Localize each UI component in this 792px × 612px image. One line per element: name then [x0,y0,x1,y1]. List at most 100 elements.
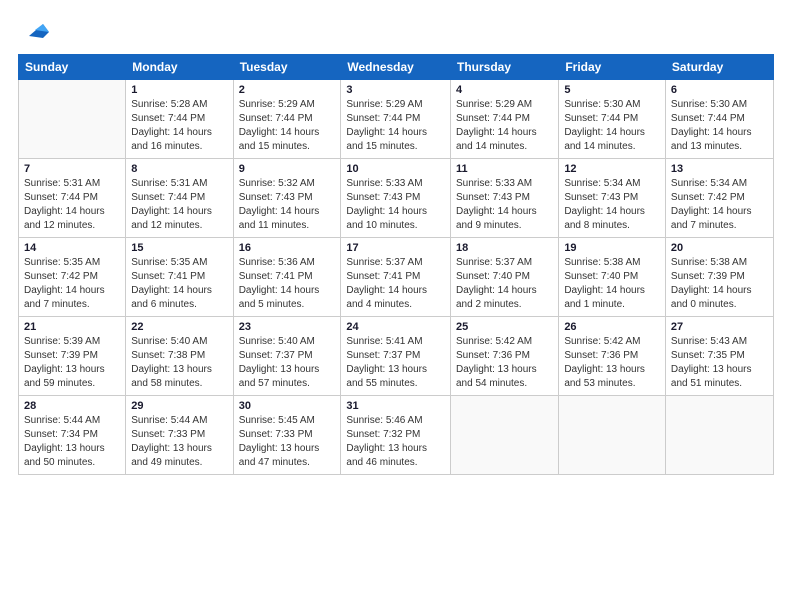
calendar-cell: 31 Sunrise: 5:46 AM Sunset: 7:32 PM Dayli… [341,396,451,475]
day-number: 4 [456,84,553,96]
day-number: 7 [24,163,120,175]
day-info: Sunrise: 5:29 AM Sunset: 7:44 PM Dayligh… [239,98,336,154]
header [18,18,774,44]
calendar-cell: 16 Sunrise: 5:36 AM Sunset: 7:41 PM Dayli… [233,238,341,317]
weekday-header-saturday: Saturday [665,55,773,80]
calendar-cell: 25 Sunrise: 5:42 AM Sunset: 7:36 PM Dayli… [450,317,558,396]
day-number: 8 [131,163,227,175]
day-info: Sunrise: 5:29 AM Sunset: 7:44 PM Dayligh… [346,98,445,154]
weekday-header-wednesday: Wednesday [341,55,451,80]
calendar-cell: 22 Sunrise: 5:40 AM Sunset: 7:38 PM Dayli… [126,317,233,396]
calendar-cell [19,80,126,159]
calendar-cell: 18 Sunrise: 5:37 AM Sunset: 7:40 PM Dayli… [450,238,558,317]
day-info: Sunrise: 5:42 AM Sunset: 7:36 PM Dayligh… [564,335,660,391]
day-number: 9 [239,163,336,175]
calendar-cell: 4 Sunrise: 5:29 AM Sunset: 7:44 PM Daylig… [450,80,558,159]
day-number: 21 [24,321,120,333]
weekday-header-row: SundayMondayTuesdayWednesdayThursdayFrid… [19,55,774,80]
day-number: 14 [24,242,120,254]
day-info: Sunrise: 5:30 AM Sunset: 7:44 PM Dayligh… [564,98,660,154]
day-info: Sunrise: 5:32 AM Sunset: 7:43 PM Dayligh… [239,177,336,233]
day-info: Sunrise: 5:44 AM Sunset: 7:33 PM Dayligh… [131,414,227,470]
day-info: Sunrise: 5:38 AM Sunset: 7:40 PM Dayligh… [564,256,660,312]
calendar-week-4: 21 Sunrise: 5:39 AM Sunset: 7:39 PM Dayli… [19,317,774,396]
calendar-cell: 8Sunrise: 5:31 AM Sunset: 7:44 PM Daylig… [126,159,233,238]
calendar-cell: 30Sunrise: 5:45 AM Sunset: 7:33 PM Dayli… [233,396,341,475]
day-info: Sunrise: 5:31 AM Sunset: 7:44 PM Dayligh… [24,177,120,233]
day-number: 11 [456,163,553,175]
day-number: 1 [131,84,227,96]
weekday-header-friday: Friday [559,55,666,80]
weekday-header-monday: Monday [126,55,233,80]
day-info: Sunrise: 5:43 AM Sunset: 7:35 PM Dayligh… [671,335,768,391]
day-number: 27 [671,321,768,333]
day-number: 2 [239,84,336,96]
calendar-cell: 9 Sunrise: 5:32 AM Sunset: 7:43 PM Daylig… [233,159,341,238]
day-number: 6 [671,84,768,96]
day-number: 5 [564,84,660,96]
page: SundayMondayTuesdayWednesdayThursdayFrid… [0,0,792,612]
calendar-cell: 13 Sunrise: 5:34 AM Sunset: 7:42 PM Dayli… [665,159,773,238]
calendar-cell [450,396,558,475]
day-info: Sunrise: 5:37 AM Sunset: 7:40 PM Dayligh… [456,256,553,312]
day-info: Sunrise: 5:35 AM Sunset: 7:42 PM Dayligh… [24,256,120,312]
day-number: 16 [239,242,336,254]
calendar-cell: 10Sunrise: 5:33 AM Sunset: 7:43 PM Dayli… [341,159,451,238]
day-info: Sunrise: 5:40 AM Sunset: 7:37 PM Dayligh… [239,335,336,391]
day-info: Sunrise: 5:34 AM Sunset: 7:43 PM Dayligh… [564,177,660,233]
day-info: Sunrise: 5:42 AM Sunset: 7:36 PM Dayligh… [456,335,553,391]
calendar-cell: 17Sunrise: 5:37 AM Sunset: 7:41 PM Dayli… [341,238,451,317]
calendar-cell: 6 Sunrise: 5:30 AM Sunset: 7:44 PM Daylig… [665,80,773,159]
calendar-cell: 11Sunrise: 5:33 AM Sunset: 7:43 PM Dayli… [450,159,558,238]
day-number: 18 [456,242,553,254]
calendar-cell: 20Sunrise: 5:38 AM Sunset: 7:39 PM Dayli… [665,238,773,317]
day-number: 28 [24,400,120,412]
day-info: Sunrise: 5:39 AM Sunset: 7:39 PM Dayligh… [24,335,120,391]
day-info: Sunrise: 5:30 AM Sunset: 7:44 PM Dayligh… [671,98,768,154]
day-number: 22 [131,321,227,333]
day-number: 3 [346,84,445,96]
calendar-cell: 15Sunrise: 5:35 AM Sunset: 7:41 PM Dayli… [126,238,233,317]
day-number: 25 [456,321,553,333]
day-info: Sunrise: 5:29 AM Sunset: 7:44 PM Dayligh… [456,98,553,154]
day-number: 30 [239,400,336,412]
calendar-cell: 28Sunrise: 5:44 AM Sunset: 7:34 PM Dayli… [19,396,126,475]
calendar-cell: 3 Sunrise: 5:29 AM Sunset: 7:44 PM Daylig… [341,80,451,159]
calendar-table: SundayMondayTuesdayWednesdayThursdayFrid… [18,54,774,475]
day-info: Sunrise: 5:46 AM Sunset: 7:32 PM Dayligh… [346,414,445,470]
day-info: Sunrise: 5:28 AM Sunset: 7:44 PM Dayligh… [131,98,227,154]
day-number: 19 [564,242,660,254]
calendar-week-2: 7 Sunrise: 5:31 AM Sunset: 7:44 PM Daylig… [19,159,774,238]
logo-icon [21,14,51,44]
calendar-cell [559,396,666,475]
calendar-cell: 14 Sunrise: 5:35 AM Sunset: 7:42 PM Dayli… [19,238,126,317]
calendar-cell: 1 Sunrise: 5:28 AM Sunset: 7:44 PM Daylig… [126,80,233,159]
day-info: Sunrise: 5:40 AM Sunset: 7:38 PM Dayligh… [131,335,227,391]
calendar-cell: 27 Sunrise: 5:43 AM Sunset: 7:35 PM Dayli… [665,317,773,396]
calendar-cell: 24 Sunrise: 5:41 AM Sunset: 7:37 PM Dayli… [341,317,451,396]
day-info: Sunrise: 5:36 AM Sunset: 7:41 PM Dayligh… [239,256,336,312]
day-number: 13 [671,163,768,175]
day-number: 20 [671,242,768,254]
calendar-week-5: 28Sunrise: 5:44 AM Sunset: 7:34 PM Dayli… [19,396,774,475]
calendar-cell: 21 Sunrise: 5:39 AM Sunset: 7:39 PM Dayli… [19,317,126,396]
weekday-header-tuesday: Tuesday [233,55,341,80]
calendar-cell: 2 Sunrise: 5:29 AM Sunset: 7:44 PM Daylig… [233,80,341,159]
weekday-header-thursday: Thursday [450,55,558,80]
day-info: Sunrise: 5:41 AM Sunset: 7:37 PM Dayligh… [346,335,445,391]
calendar-cell: 7 Sunrise: 5:31 AM Sunset: 7:44 PM Daylig… [19,159,126,238]
day-info: Sunrise: 5:34 AM Sunset: 7:42 PM Dayligh… [671,177,768,233]
day-number: 31 [346,400,445,412]
day-number: 12 [564,163,660,175]
day-number: 23 [239,321,336,333]
day-info: Sunrise: 5:35 AM Sunset: 7:41 PM Dayligh… [131,256,227,312]
calendar-cell: 26Sunrise: 5:42 AM Sunset: 7:36 PM Dayli… [559,317,666,396]
day-info: Sunrise: 5:37 AM Sunset: 7:41 PM Dayligh… [346,256,445,312]
day-number: 24 [346,321,445,333]
calendar-cell [665,396,773,475]
day-info: Sunrise: 5:33 AM Sunset: 7:43 PM Dayligh… [346,177,445,233]
calendar-cell: 29Sunrise: 5:44 AM Sunset: 7:33 PM Dayli… [126,396,233,475]
calendar-cell: 5 Sunrise: 5:30 AM Sunset: 7:44 PM Daylig… [559,80,666,159]
calendar-cell: 19 Sunrise: 5:38 AM Sunset: 7:40 PM Dayli… [559,238,666,317]
calendar-cell: 23 Sunrise: 5:40 AM Sunset: 7:37 PM Dayli… [233,317,341,396]
